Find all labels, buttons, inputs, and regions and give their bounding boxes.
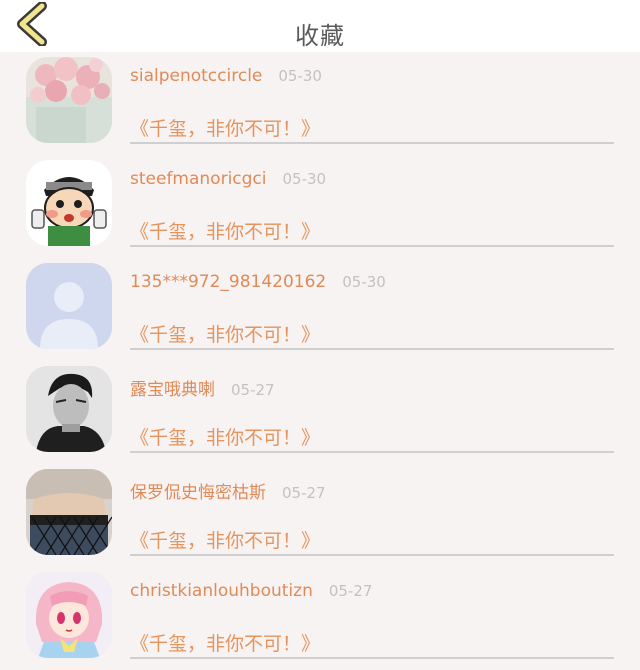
avatar[interactable] <box>26 57 112 143</box>
divider <box>130 142 614 144</box>
fishnet-photo-icon <box>26 469 112 555</box>
username[interactable]: christkianlouhboutizn <box>130 581 313 601</box>
divider <box>130 451 614 453</box>
favorite-message[interactable]: 《千玺，非你不可！》 <box>130 629 320 656</box>
username[interactable]: 保罗侃史悔密枯斯 <box>130 483 266 503</box>
favorite-message[interactable]: 《千玺，非你不可！》 <box>130 114 320 141</box>
timestamp: 05-27 <box>282 484 326 502</box>
cartoon-character-icon <box>26 160 112 246</box>
list-item[interactable]: sialpenotccircle 05-30 《千玺，非你不可！》 <box>0 52 640 155</box>
username[interactable]: 135***972_981420162 <box>130 272 326 292</box>
username[interactable]: steefmanoricgci <box>130 169 267 189</box>
list-item[interactable]: 135***972_981420162 05-30 《千玺，非你不可！》 <box>0 258 640 361</box>
avatar[interactable] <box>26 263 112 349</box>
list-item[interactable]: 露宝哦典喇 05-27 《千玺，非你不可！》 <box>0 361 640 464</box>
list-item[interactable]: christkianlouhboutizn 05-27 《千玺，非你不可！》 <box>0 567 640 670</box>
timestamp: 05-30 <box>282 170 327 188</box>
favorites-list: sialpenotccircle 05-30 《千玺，非你不可！》 steefm… <box>0 52 640 670</box>
flowers-photo-icon <box>26 57 112 143</box>
favorite-message[interactable]: 《千玺，非你不可！》 <box>130 526 320 553</box>
favorite-message[interactable]: 《千玺，非你不可！》 <box>130 217 320 244</box>
top-bar: 收藏 <box>0 0 640 52</box>
divider <box>130 348 614 350</box>
username[interactable]: 露宝哦典喇 <box>130 380 215 400</box>
timestamp: 05-30 <box>278 67 322 85</box>
timestamp: 05-27 <box>231 381 275 399</box>
timestamp: 05-30 <box>342 273 386 291</box>
avatar[interactable] <box>26 572 112 658</box>
default-user-icon <box>26 263 112 349</box>
list-item[interactable]: 保罗侃史悔密枯斯 05-27 《千玺，非你不可！》 <box>0 464 640 567</box>
list-item[interactable]: steefmanoricgci 05-30 《千玺，非你不可！》 <box>0 155 640 258</box>
avatar[interactable] <box>26 366 112 452</box>
page-title: 收藏 <box>295 22 345 50</box>
favorite-message[interactable]: 《千玺，非你不可！》 <box>130 423 320 450</box>
favorite-message[interactable]: 《千玺，非你不可！》 <box>130 320 320 347</box>
divider <box>130 245 614 247</box>
username[interactable]: sialpenotccircle <box>130 66 262 86</box>
anime-girl-icon <box>26 572 112 658</box>
avatar[interactable] <box>26 469 112 555</box>
divider <box>130 657 614 659</box>
timestamp: 05-27 <box>328 582 373 600</box>
avatar[interactable] <box>26 160 112 246</box>
divider <box>130 554 614 556</box>
man-portrait-icon <box>26 366 112 452</box>
